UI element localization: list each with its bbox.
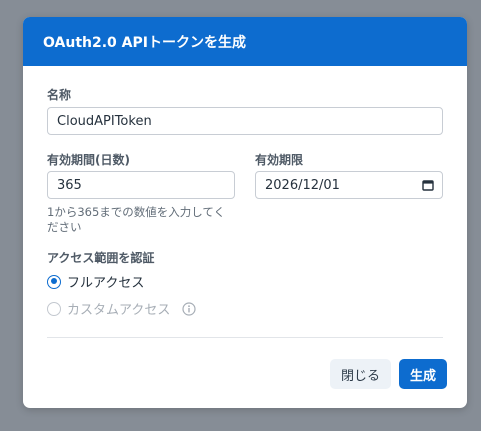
- custom-access-radio: [47, 301, 61, 316]
- full-access-label: フルアクセス: [67, 276, 145, 291]
- calendar-icon[interactable]: [422, 179, 434, 191]
- scope-label: アクセス範囲を認証: [47, 251, 155, 265]
- validity-days-hint-line2: ださい: [47, 220, 82, 234]
- generate-button[interactable]: 生成: [399, 359, 447, 389]
- dialog-title: OAuth2.0 APIトークンを生成: [43, 34, 246, 51]
- custom-access-label: カスタムアクセス: [67, 303, 171, 318]
- info-icon[interactable]: [182, 301, 196, 316]
- close-button[interactable]: 閉じる: [330, 359, 391, 389]
- generate-token-dialog: OAuth2.0 APIトークンを生成 名称 CloudAPIToken 有効期…: [23, 17, 467, 408]
- expiry-label: 有効期限: [255, 153, 304, 167]
- scope-option-full-access[interactable]: フルアクセス: [47, 272, 144, 291]
- dialog-header: OAuth2.0 APIトークンを生成: [23, 17, 467, 66]
- name-input[interactable]: CloudAPIToken: [47, 107, 443, 135]
- validity-days-hint-line1: 1から365までの数値を入力してく: [47, 205, 226, 219]
- full-access-radio[interactable]: [47, 274, 61, 289]
- validity-days-label: 有効期間(日数): [47, 153, 130, 167]
- expiry-date-value: 2026/12/01: [265, 177, 340, 193]
- scope-option-custom-access: カスタムアクセス: [47, 299, 196, 318]
- expiry-date-input[interactable]: 2026/12/01: [255, 171, 443, 199]
- name-label: 名称: [47, 88, 72, 102]
- validity-days-hint: 1から365までの数値を入力してく ださい: [47, 205, 225, 235]
- validity-days-input[interactable]: 365: [47, 171, 235, 199]
- footer-divider: [47, 337, 443, 338]
